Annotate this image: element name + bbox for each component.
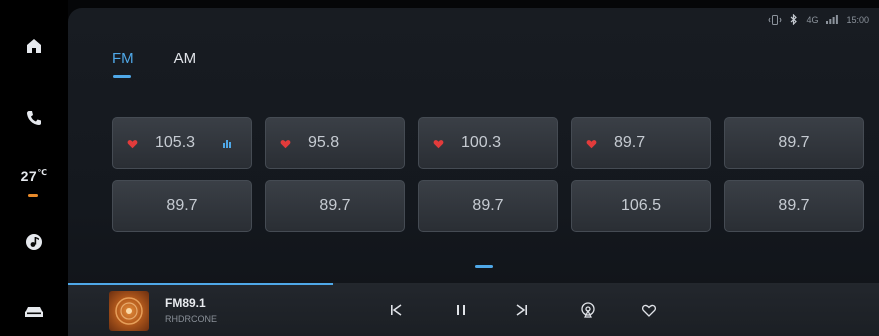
music-icon — [26, 234, 42, 250]
preset-frequency: 106.5 — [620, 197, 662, 214]
preset-button[interactable]: 89.7 — [112, 180, 252, 232]
car-icon — [25, 307, 43, 317]
bluetooth-icon — [791, 14, 798, 25]
dock-climate[interactable]: 27℃ — [0, 162, 68, 190]
station-title: FM89.1 — [165, 296, 206, 310]
preset-frequency: 89.7 — [166, 197, 198, 214]
preset-frequency: 89.7 — [778, 134, 810, 151]
tab-am-label: AM — [173, 50, 197, 67]
clock: 15:00 — [846, 14, 869, 25]
preset-button[interactable]: 89.7 — [265, 180, 405, 232]
favorite-heart-icon — [586, 140, 597, 149]
tab-am[interactable]: AM — [174, 50, 197, 67]
dock-music[interactable] — [0, 230, 68, 254]
now-playing-bar: FM89.1 RHDRCONE — [68, 283, 879, 336]
radio-source-icon — [581, 302, 595, 318]
pause-icon — [457, 305, 465, 315]
next-button[interactable] — [511, 299, 533, 321]
favorite-button[interactable] — [638, 299, 660, 321]
previous-icon — [391, 304, 402, 316]
preset-button[interactable]: 89.7 — [571, 117, 711, 169]
album-art[interactable] — [109, 291, 149, 331]
now-playing-equalizer-icon — [223, 140, 231, 148]
favorite-heart-icon — [280, 140, 291, 149]
preset-frequency: 95.8 — [308, 134, 340, 151]
preset-button[interactable]: 106.5 — [571, 180, 711, 232]
preset-button[interactable]: 95.8 — [265, 117, 405, 169]
preset-button[interactable]: 89.7 — [724, 117, 864, 169]
preset-frequency: 89.7 — [472, 197, 504, 214]
preset-frequency: 89.7 — [614, 134, 646, 151]
tab-fm[interactable]: FM — [112, 50, 134, 78]
preset-frequency: 89.7 — [778, 197, 810, 214]
station-subtitle: RHDRCONE — [165, 314, 218, 324]
home-icon — [27, 39, 41, 53]
favorite-heart-icon — [433, 140, 444, 149]
dock-phone[interactable] — [0, 106, 68, 130]
dock-vehicle[interactable] — [0, 300, 68, 324]
tab-fm-label: FM — [112, 50, 134, 67]
next-icon — [516, 304, 527, 316]
favorite-icon — [642, 304, 656, 317]
radio-source-button[interactable] — [577, 299, 599, 321]
preset-button[interactable]: 89.7 — [418, 180, 558, 232]
pause-button[interactable] — [450, 299, 472, 321]
phone-icon — [27, 111, 41, 125]
temperature-indicator — [28, 194, 38, 197]
status-bar: 4G 15:00 — [768, 14, 869, 25]
previous-button[interactable] — [385, 299, 407, 321]
vibrate-icon — [768, 14, 783, 25]
dock-home[interactable] — [0, 34, 68, 58]
preset-frequency: 100.3 — [461, 134, 502, 151]
preset-button[interactable]: 105.3 — [112, 117, 252, 169]
signal-icon — [826, 15, 839, 24]
network-type: 4G — [806, 14, 819, 25]
preset-button[interactable]: 89.7 — [724, 180, 864, 232]
preset-button[interactable]: 100.3 — [418, 117, 558, 169]
progress-bar — [68, 283, 333, 285]
temperature-readout: 27℃ — [20, 168, 48, 184]
side-dock: 27℃ — [0, 0, 68, 336]
band-tabs: FM AM — [112, 50, 197, 78]
preset-frequency: 89.7 — [319, 197, 351, 214]
favorite-heart-icon — [127, 140, 138, 149]
album-art-image — [115, 297, 143, 325]
active-tab-indicator — [113, 75, 131, 78]
page-indicator — [475, 265, 493, 268]
preset-grid: 105.3 95.8 100.3 89.7 89.7 89.7 89.7 89.7 106.5 8… — [112, 117, 864, 232]
preset-frequency: 105.3 — [155, 134, 196, 151]
